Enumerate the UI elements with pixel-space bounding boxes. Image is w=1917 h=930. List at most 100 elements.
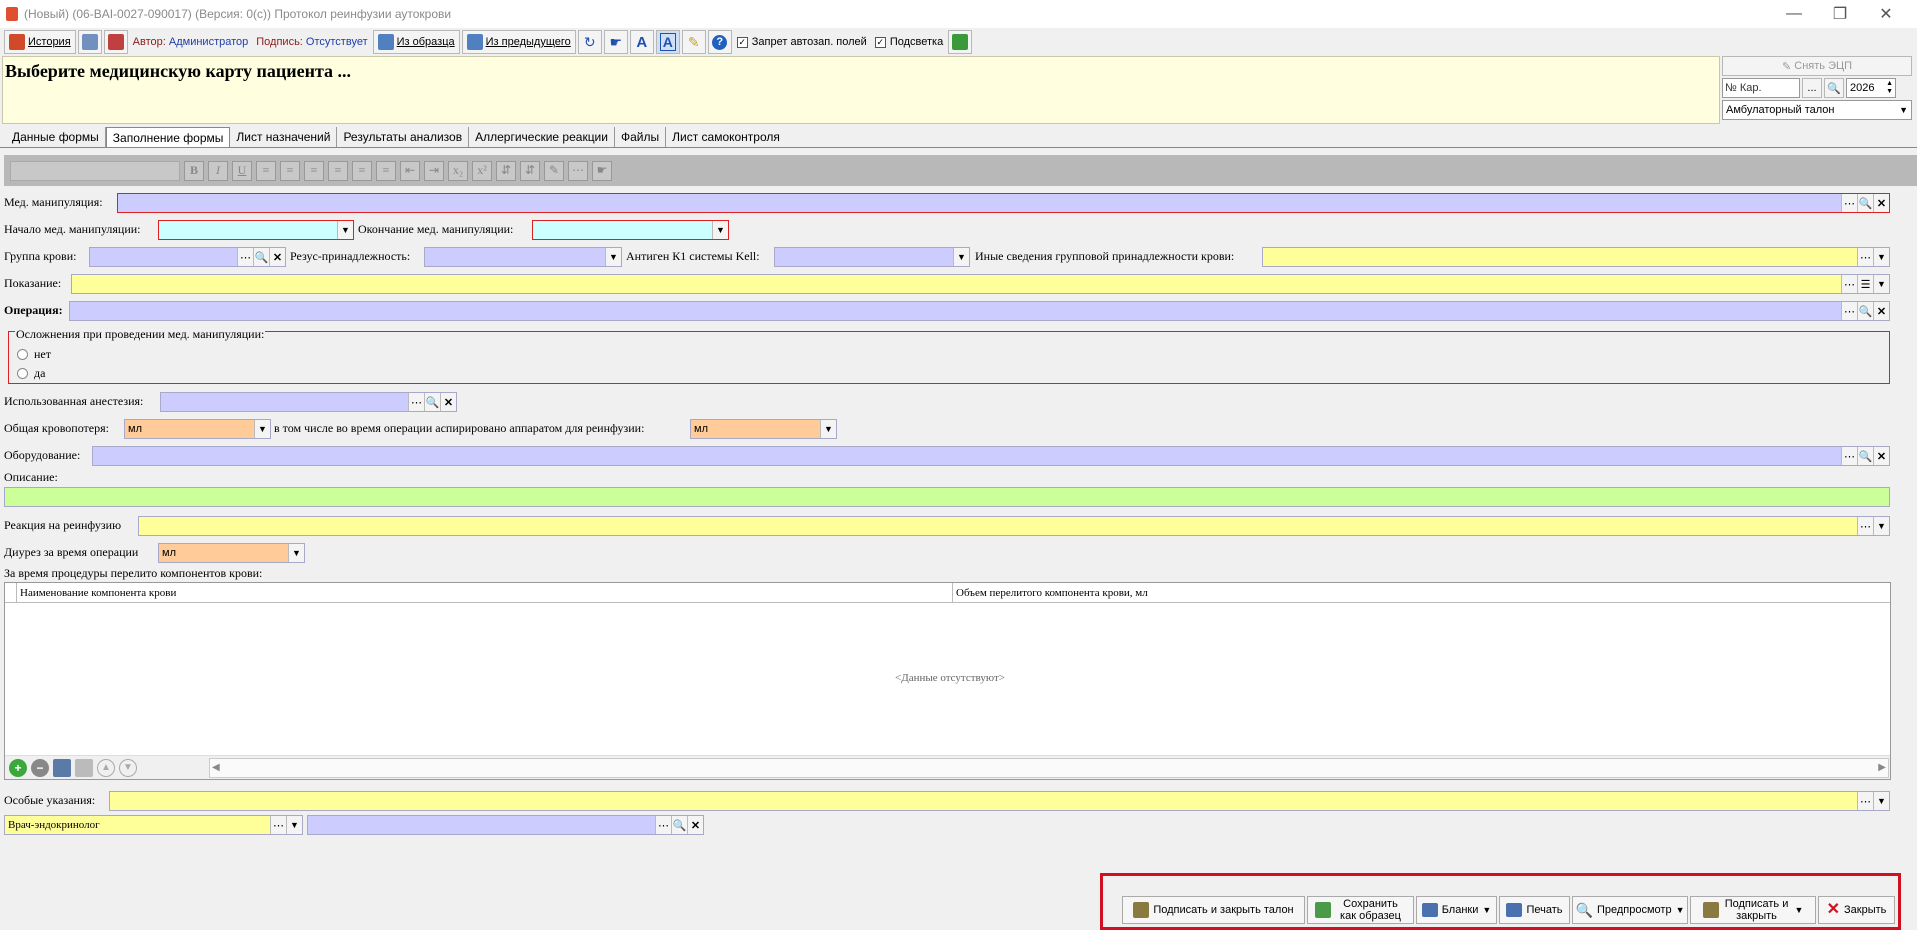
edit-row-icon[interactable] (53, 758, 71, 777)
operation-field[interactable]: ⋯ 🔍 ✕ (69, 301, 1890, 321)
clear-icon[interactable]: ✕ (687, 816, 703, 834)
delete-doc-button[interactable] (103, 30, 128, 54)
med-manip-field[interactable]: ⋯ 🔍 ✕ (117, 193, 1890, 213)
font-size-button[interactable]: A (629, 30, 654, 54)
description-field[interactable] (4, 487, 1890, 507)
complications-yes-radio[interactable] (17, 368, 28, 379)
blood-loss-field[interactable]: мл ▼ (124, 419, 271, 439)
dots-icon[interactable]: ⋯ (237, 248, 253, 266)
justify-icon[interactable]: ≡ (328, 160, 348, 181)
search-icon[interactable]: 🔍 (424, 393, 440, 411)
equipment-field[interactable]: ⋯ 🔍 ✕ (92, 446, 1890, 466)
clear-icon[interactable]: ✕ (1873, 447, 1889, 465)
tab-self-control[interactable]: Лист самоконтроля (666, 127, 786, 147)
italic-button[interactable]: I (208, 160, 228, 181)
dots-icon[interactable]: ⋯ (655, 816, 671, 834)
indent-icon[interactable]: ⇥ (424, 160, 444, 181)
other-group-field[interactable]: ⋯ ▼ (1262, 247, 1890, 267)
card-dots-button[interactable]: ... (1802, 78, 1822, 98)
ticket-type-select[interactable]: Амбулаторный талон ▼ (1722, 100, 1912, 120)
reaction-field[interactable]: ⋯ ▼ (138, 516, 1890, 536)
remove-ecp-button[interactable]: ✎ Снять ЭЦП (1722, 56, 1912, 76)
special-field[interactable]: ⋯ ▼ (109, 791, 1890, 811)
bold-button[interactable]: B (184, 160, 204, 181)
end-datetime-field[interactable]: ▼ (532, 220, 729, 240)
doctor-name-field[interactable]: ⋯ 🔍 ✕ (307, 815, 704, 835)
more-icon[interactable]: ⋯ (568, 160, 588, 181)
dots-icon[interactable]: ⋯ (1857, 517, 1873, 535)
bullet-list-icon[interactable]: ≡ (352, 160, 372, 181)
chevron-down-icon[interactable]: ▼ (712, 221, 728, 239)
move-up-icon[interactable]: ▲ (97, 758, 115, 777)
history-button[interactable]: История (4, 30, 76, 54)
sign-close-ticket-button[interactable]: Подписать и закрыть талон (1122, 896, 1305, 924)
chevron-down-icon[interactable]: ▼ (1873, 248, 1889, 266)
rh-select[interactable]: ▼ (424, 247, 622, 267)
move-down-icon[interactable]: ▼ (119, 758, 137, 777)
start-datetime-field[interactable]: ▼ (158, 220, 354, 240)
from-sample-button[interactable]: Из образца (372, 30, 460, 54)
blood-group-field[interactable]: ⋯ 🔍 ✕ (89, 247, 286, 267)
paragraph-spacing-icon[interactable]: ⇵ (520, 160, 540, 181)
dots-icon[interactable]: ⋯ (1857, 792, 1873, 810)
horizontal-scrollbar[interactable]: ◀ ▶ (209, 758, 1889, 778)
close-window-button[interactable]: ✕ (1863, 0, 1909, 28)
subscript-icon[interactable]: x₂ (448, 160, 468, 181)
outdent-icon[interactable]: ⇤ (400, 160, 420, 181)
number-list-icon[interactable]: ≡ (376, 160, 396, 181)
anesthesia-field[interactable]: ⋯ 🔍 ✕ (160, 392, 457, 412)
search-icon[interactable]: 🔍 (1857, 194, 1873, 212)
dots-icon[interactable]: ⋯ (408, 393, 424, 411)
forms-button[interactable]: Бланки ▼ (1416, 896, 1497, 924)
chevron-down-icon[interactable]: ▼ (337, 221, 353, 239)
clear-icon[interactable]: ✕ (1873, 302, 1889, 320)
tab-allergies[interactable]: Аллергические реакции (469, 127, 615, 147)
align-center-icon[interactable]: ≡ (280, 160, 300, 181)
export-button[interactable] (948, 30, 973, 54)
dots-icon[interactable]: ⋯ (1857, 248, 1873, 266)
scroll-left-icon[interactable]: ◀ (212, 762, 220, 773)
scroll-right-icon[interactable]: ▶ (1878, 762, 1886, 773)
highlight-checkbox[interactable]: ✓ (874, 36, 886, 48)
tab-analysis-results[interactable]: Результаты анализов (337, 127, 470, 147)
font-name-input[interactable] (10, 160, 180, 181)
dots-icon[interactable]: ⋯ (1841, 302, 1857, 320)
col-volume[interactable]: Объем перелитого компонента крови, мл (956, 587, 1148, 599)
autofill-ban-checkbox[interactable]: ✓ (736, 36, 748, 48)
save-row-icon[interactable] (75, 758, 93, 777)
tab-files[interactable]: Файлы (615, 127, 667, 147)
chevron-down-icon[interactable]: ▼ (953, 248, 969, 266)
remove-row-icon[interactable]: − (31, 758, 49, 777)
dots-icon[interactable]: ⋯ (270, 816, 286, 834)
clear-icon[interactable]: ✕ (440, 393, 456, 411)
card-number-input[interactable]: № Кар. (1722, 78, 1800, 98)
refresh-button[interactable]: ↻ (577, 30, 602, 54)
minimize-button[interactable]: — (1771, 0, 1817, 28)
complications-no-radio[interactable] (17, 349, 28, 360)
list-icon[interactable]: ☰ (1857, 275, 1873, 293)
spinner-arrows-icon[interactable]: ▲ ▼ (1886, 80, 1893, 96)
chevron-down-icon[interactable]: ▼ (605, 248, 621, 266)
maximize-button[interactable]: ❐ (1817, 0, 1863, 28)
chevron-down-icon[interactable]: ▼ (1873, 517, 1889, 535)
help-button[interactable]: ? (707, 30, 732, 54)
print-button[interactable]: Печать (1499, 896, 1570, 924)
card-search-button[interactable]: 🔍 (1824, 78, 1844, 98)
clear-button[interactable]: ✎ (681, 30, 706, 54)
sign-close-button[interactable]: Подписать и закрыть ▼ (1690, 896, 1816, 924)
year-spinner[interactable]: 2026 ▲ ▼ (1846, 78, 1896, 98)
underline-button[interactable]: U (232, 160, 252, 181)
save-sample-button[interactable]: Сохранить как образец (1307, 896, 1414, 924)
dots-icon[interactable]: ⋯ (1841, 447, 1857, 465)
col-component-name[interactable]: Наименование компонента крови (20, 587, 176, 599)
tab-form-filling[interactable]: Заполнение формы (105, 127, 231, 147)
format-clear-icon[interactable]: ✎ (544, 160, 564, 181)
edit-button[interactable] (77, 30, 102, 54)
search-icon[interactable]: 🔍 (1857, 447, 1873, 465)
chevron-down-icon[interactable]: ▼ (1873, 792, 1889, 810)
chevron-down-icon[interactable]: ▼ (820, 420, 836, 438)
chevron-down-icon[interactable]: ▼ (288, 544, 304, 562)
superscript-icon[interactable]: x² (472, 160, 492, 181)
diuresis-field[interactable]: мл ▼ (158, 543, 305, 563)
indication-field[interactable]: ⋯ ☰ ▼ (71, 274, 1890, 294)
